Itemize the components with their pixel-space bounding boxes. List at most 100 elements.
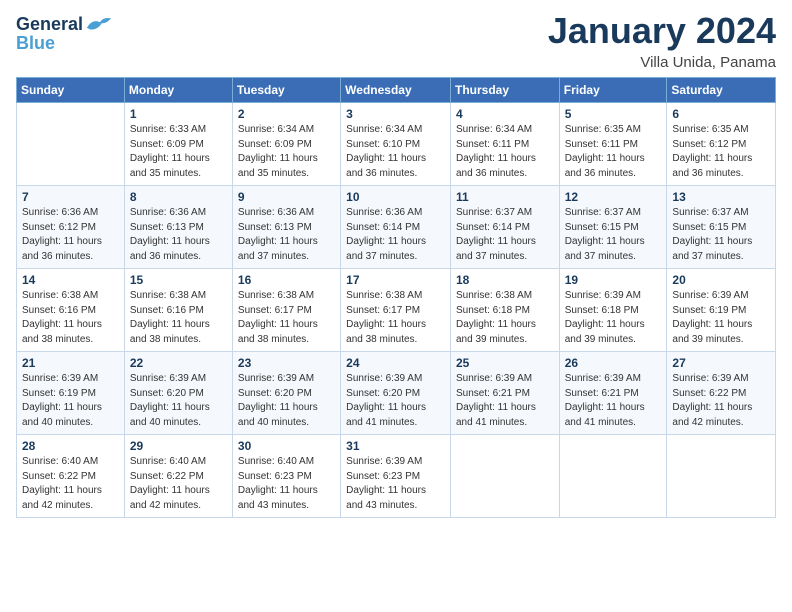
calendar-cell: 13 Sunrise: 6:37 AMSunset: 6:15 PMDayligh…	[667, 186, 776, 269]
header-day-thursday: Thursday	[450, 78, 559, 103]
day-number: 25	[456, 356, 554, 370]
calendar-cell: 29 Sunrise: 6:40 AMSunset: 6:22 PMDayligh…	[124, 435, 232, 518]
calendar-cell: 17 Sunrise: 6:38 AMSunset: 6:17 PMDayligh…	[341, 269, 451, 352]
header-day-sunday: Sunday	[17, 78, 125, 103]
calendar-week-2: 7 Sunrise: 6:36 AMSunset: 6:12 PMDaylight…	[17, 186, 776, 269]
day-number: 26	[565, 356, 662, 370]
day-number: 7	[22, 190, 119, 204]
day-number: 12	[565, 190, 662, 204]
day-info: Sunrise: 6:36 AMSunset: 6:14 PMDaylight:…	[346, 206, 445, 264]
day-info: Sunrise: 6:39 AMSunset: 6:23 PMDaylight:…	[346, 455, 445, 513]
calendar-cell	[667, 435, 776, 518]
day-number: 15	[130, 273, 227, 287]
day-info: Sunrise: 6:36 AMSunset: 6:13 PMDaylight:…	[130, 206, 227, 264]
day-info: Sunrise: 6:39 AMSunset: 6:21 PMDaylight:…	[565, 372, 662, 430]
day-number: 18	[456, 273, 554, 287]
title-block: January 2024 Villa Unida, Panama	[548, 10, 776, 71]
day-number: 23	[238, 356, 335, 370]
header-day-monday: Monday	[124, 78, 232, 103]
day-number: 20	[672, 273, 770, 287]
calendar-cell: 8Sunrise: 6:36 AMSunset: 6:13 PMDaylight…	[124, 186, 232, 269]
day-info: Sunrise: 6:39 AMSunset: 6:22 PMDaylight:…	[672, 372, 770, 430]
calendar-cell: 1Sunrise: 6:33 AMSunset: 6:09 PMDaylight…	[124, 103, 232, 186]
calendar-table: SundayMondayTuesdayWednesdayThursdayFrid…	[16, 77, 776, 518]
day-number: 29	[130, 439, 227, 453]
day-info: Sunrise: 6:38 AMSunset: 6:16 PMDaylight:…	[130, 289, 227, 347]
calendar-week-5: 28 Sunrise: 6:40 AMSunset: 6:22 PMDayligh…	[17, 435, 776, 518]
day-number: 6	[672, 107, 770, 121]
calendar-cell: 19Sunrise: 6:39 AMSunset: 6:18 PMDayligh…	[559, 269, 667, 352]
day-number: 4	[456, 107, 554, 121]
day-number: 30	[238, 439, 335, 453]
calendar-cell: 23 Sunrise: 6:39 AMSunset: 6:20 PMDayligh…	[232, 352, 340, 435]
day-info: Sunrise: 6:36 AMSunset: 6:12 PMDaylight:…	[22, 206, 119, 264]
calendar-cell: 20Sunrise: 6:39 AMSunset: 6:19 PMDayligh…	[667, 269, 776, 352]
calendar-header: SundayMondayTuesdayWednesdayThursdayFrid…	[17, 78, 776, 103]
logo-text-block: General Blue	[16, 14, 113, 54]
logo-bird-icon	[85, 14, 113, 36]
day-number: 27	[672, 356, 770, 370]
day-number: 11	[456, 190, 554, 204]
day-info: Sunrise: 6:38 AMSunset: 6:18 PMDaylight:…	[456, 289, 554, 347]
day-info: Sunrise: 6:37 AMSunset: 6:14 PMDaylight:…	[456, 206, 554, 264]
day-info: Sunrise: 6:40 AMSunset: 6:22 PMDaylight:…	[130, 455, 227, 513]
header-day-wednesday: Wednesday	[341, 78, 451, 103]
day-info: Sunrise: 6:39 AMSunset: 6:20 PMDaylight:…	[238, 372, 335, 430]
calendar-cell: 18 Sunrise: 6:38 AMSunset: 6:18 PMDayligh…	[450, 269, 559, 352]
day-info: Sunrise: 6:37 AMSunset: 6:15 PMDaylight:…	[565, 206, 662, 264]
day-number: 5	[565, 107, 662, 121]
day-number: 14	[22, 273, 119, 287]
day-info: Sunrise: 6:35 AMSunset: 6:12 PMDaylight:…	[672, 123, 770, 181]
day-number: 24	[346, 356, 445, 370]
day-info: Sunrise: 6:39 AMSunset: 6:20 PMDaylight:…	[130, 372, 227, 430]
calendar-week-3: 14 Sunrise: 6:38 AMSunset: 6:16 PMDayligh…	[17, 269, 776, 352]
calendar-cell: 11 Sunrise: 6:37 AMSunset: 6:14 PMDayligh…	[450, 186, 559, 269]
calendar-cell	[450, 435, 559, 518]
day-number: 19	[565, 273, 662, 287]
page-subtitle: Villa Unida, Panama	[548, 54, 776, 71]
day-info: Sunrise: 6:39 AMSunset: 6:20 PMDaylight:…	[346, 372, 445, 430]
day-number: 17	[346, 273, 445, 287]
day-info: Sunrise: 6:38 AMSunset: 6:16 PMDaylight:…	[22, 289, 119, 347]
day-info: Sunrise: 6:39 AMSunset: 6:19 PMDaylight:…	[22, 372, 119, 430]
day-number: 9	[238, 190, 335, 204]
logo-general: General	[16, 15, 83, 35]
day-number: 3	[346, 107, 445, 121]
day-info: Sunrise: 6:40 AMSunset: 6:22 PMDaylight:…	[22, 455, 119, 513]
calendar-cell: 7 Sunrise: 6:36 AMSunset: 6:12 PMDaylight…	[17, 186, 125, 269]
calendar-cell: 12 Sunrise: 6:37 AMSunset: 6:15 PMDayligh…	[559, 186, 667, 269]
day-number: 10	[346, 190, 445, 204]
calendar-cell: 15 Sunrise: 6:38 AMSunset: 6:16 PMDayligh…	[124, 269, 232, 352]
day-info: Sunrise: 6:37 AMSunset: 6:15 PMDaylight:…	[672, 206, 770, 264]
calendar-cell: 10 Sunrise: 6:36 AMSunset: 6:14 PMDayligh…	[341, 186, 451, 269]
day-info: Sunrise: 6:38 AMSunset: 6:17 PMDaylight:…	[238, 289, 335, 347]
calendar-cell: 3Sunrise: 6:34 AMSunset: 6:10 PMDaylight…	[341, 103, 451, 186]
calendar-week-1: 1Sunrise: 6:33 AMSunset: 6:09 PMDaylight…	[17, 103, 776, 186]
calendar-cell: 30Sunrise: 6:40 AMSunset: 6:23 PMDayligh…	[232, 435, 340, 518]
day-info: Sunrise: 6:34 AMSunset: 6:11 PMDaylight:…	[456, 123, 554, 181]
calendar-cell: 26 Sunrise: 6:39 AMSunset: 6:21 PMDayligh…	[559, 352, 667, 435]
main-container: General Blue January 2024 Villa Unida, P…	[0, 0, 792, 528]
day-number: 31	[346, 439, 445, 453]
day-info: Sunrise: 6:38 AMSunset: 6:17 PMDaylight:…	[346, 289, 445, 347]
page-title: January 2024	[548, 10, 776, 52]
day-number: 1	[130, 107, 227, 121]
day-number: 13	[672, 190, 770, 204]
header-day-saturday: Saturday	[667, 78, 776, 103]
logo-blue: Blue	[16, 34, 113, 54]
header: General Blue January 2024 Villa Unida, P…	[16, 10, 776, 71]
calendar-cell: 9 Sunrise: 6:36 AMSunset: 6:13 PMDaylight…	[232, 186, 340, 269]
day-info: Sunrise: 6:34 AMSunset: 6:09 PMDaylight:…	[238, 123, 335, 181]
calendar-cell: 2 Sunrise: 6:34 AMSunset: 6:09 PMDaylight…	[232, 103, 340, 186]
calendar-cell: 22Sunrise: 6:39 AMSunset: 6:20 PMDayligh…	[124, 352, 232, 435]
calendar-cell: 27 Sunrise: 6:39 AMSunset: 6:22 PMDayligh…	[667, 352, 776, 435]
calendar-cell: 31 Sunrise: 6:39 AMSunset: 6:23 PMDayligh…	[341, 435, 451, 518]
day-number: 16	[238, 273, 335, 287]
logo: General Blue	[16, 14, 113, 54]
calendar-cell: 6 Sunrise: 6:35 AMSunset: 6:12 PMDaylight…	[667, 103, 776, 186]
day-number: 28	[22, 439, 119, 453]
calendar-body: 1Sunrise: 6:33 AMSunset: 6:09 PMDaylight…	[17, 103, 776, 518]
header-day-tuesday: Tuesday	[232, 78, 340, 103]
day-number: 2	[238, 107, 335, 121]
day-info: Sunrise: 6:36 AMSunset: 6:13 PMDaylight:…	[238, 206, 335, 264]
